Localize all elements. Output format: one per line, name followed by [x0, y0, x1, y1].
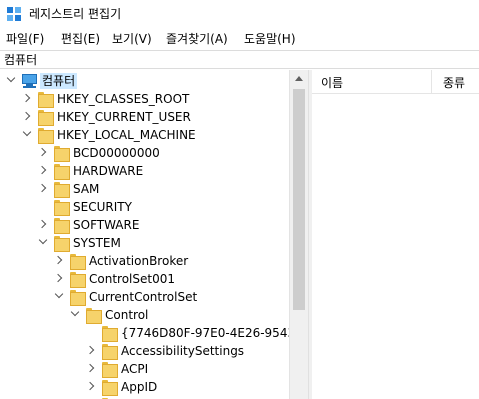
tree-label: HKEY_CURRENT_USER [57, 110, 191, 124]
folder-open-icon [86, 308, 102, 324]
menu-view[interactable]: 보기(V) [111, 31, 153, 47]
tree-item-hkey-current-user[interactable]: HKEY_CURRENT_USER [0, 108, 288, 126]
chevron-right-icon[interactable] [21, 93, 31, 103]
chevron-right-icon[interactable] [85, 345, 95, 355]
tree-pane[interactable]: 컴퓨터 HKEY_CLASSES_ROOT HKEY_CURRENT_USER … [0, 70, 308, 399]
tree-item-hkey-classes-root[interactable]: HKEY_CLASSES_ROOT [0, 90, 288, 108]
tree-label: SYSTEM [73, 236, 121, 250]
tree-label: HARDWARE [73, 164, 144, 178]
address-bar[interactable]: 컴퓨터 [0, 50, 479, 69]
title-bar: 레지스트리 편집기 [0, 0, 479, 28]
chevron-right-icon[interactable] [85, 363, 95, 373]
address-path[interactable]: 컴퓨터 [4, 52, 37, 68]
tree-label: SAM [73, 182, 100, 196]
folder-icon [102, 326, 118, 342]
folder-icon [102, 344, 118, 360]
folder-icon [54, 200, 70, 216]
tree-vertical-scrollbar[interactable] [289, 70, 308, 399]
tree-item-bcd00000000[interactable]: BCD00000000 [0, 144, 288, 162]
column-header-type[interactable]: 종류 [443, 75, 465, 91]
tree-label: AppID [121, 380, 158, 394]
tree-item-system[interactable]: SYSTEM [0, 234, 288, 252]
chevron-down-icon[interactable] [54, 289, 64, 299]
folder-icon [38, 92, 54, 108]
folder-icon [102, 380, 118, 396]
tree-label: BCD00000000 [73, 146, 160, 160]
folder-open-icon [54, 236, 70, 252]
tree-label: HKEY_LOCAL_MACHINE [57, 128, 196, 142]
tree-label: ControlSet001 [89, 272, 175, 286]
menu-file[interactable]: 파일(F) [5, 31, 45, 47]
tree-label: Control [105, 308, 149, 322]
tree-label: ACPI [121, 362, 149, 376]
folder-open-icon [38, 128, 54, 144]
chevron-right-icon[interactable] [53, 255, 63, 265]
tree-item-security[interactable]: SECURITY [0, 198, 288, 216]
chevron-right-icon[interactable] [85, 381, 95, 391]
tree-label: 컴퓨터 [40, 73, 78, 89]
tree-label: HKEY_CLASSES_ROOT [57, 92, 190, 106]
folder-icon [54, 164, 70, 180]
tree-item-hardware[interactable]: HARDWARE [0, 162, 288, 180]
tree-label: SECURITY [73, 200, 132, 214]
values-list-pane[interactable]: 이름 종류 [312, 70, 479, 399]
chevron-right-icon[interactable] [53, 273, 63, 283]
tree-item-control[interactable]: Control [0, 306, 288, 324]
scroll-up-arrow-icon[interactable] [290, 70, 308, 87]
tree-item-computer[interactable]: 컴퓨터 [0, 72, 288, 90]
window-title: 레지스트리 편집기 [29, 7, 122, 21]
menu-edit[interactable]: 편집(E) [60, 31, 101, 47]
menu-help[interactable]: 도움말(H) [243, 31, 297, 47]
folder-open-icon [70, 290, 86, 306]
tree-item-currentcontrolset[interactable]: CurrentControlSet [0, 288, 288, 306]
chevron-down-icon[interactable] [70, 307, 80, 317]
tree-label: ActivationBroker [89, 254, 189, 268]
menu-favorites[interactable]: 즐겨찾기(A) [165, 31, 229, 47]
chevron-right-icon[interactable] [37, 219, 47, 229]
chevron-down-icon[interactable] [6, 73, 16, 83]
chevron-right-icon[interactable] [21, 111, 31, 121]
folder-icon [38, 110, 54, 126]
chevron-right-icon[interactable] [37, 183, 47, 193]
tree-item-sam[interactable]: SAM [0, 180, 288, 198]
list-header: 이름 종류 [312, 70, 479, 94]
computer-icon [21, 74, 38, 88]
chevron-right-icon[interactable] [37, 165, 47, 175]
tree-item-controlset001[interactable]: ControlSet001 [0, 270, 288, 288]
registry-editor-icon [7, 7, 21, 21]
tree-item-appid[interactable]: AppID [0, 378, 288, 396]
scroll-thumb[interactable] [293, 89, 305, 310]
tree-label: SOFTWARE [73, 218, 140, 232]
folder-icon [54, 182, 70, 198]
folder-icon [70, 272, 86, 288]
chevron-right-icon[interactable] [37, 147, 47, 157]
chevron-down-icon[interactable] [38, 235, 48, 245]
tree-item-activationbroker[interactable]: ActivationBroker [0, 252, 288, 270]
folder-icon [102, 362, 118, 378]
tree-item-hkey-local-machine[interactable]: HKEY_LOCAL_MACHINE [0, 126, 288, 144]
menu-bar: 파일(F) 편집(E) 보기(V) 즐겨찾기(A) 도움말(H) [0, 29, 479, 49]
column-header-name[interactable]: 이름 [321, 75, 343, 91]
tree-item-acpi[interactable]: ACPI [0, 360, 288, 378]
tree-label: AccessibilitySettings [121, 344, 245, 358]
folder-icon [54, 146, 70, 162]
column-divider[interactable] [431, 70, 432, 94]
tree-item-software[interactable]: SOFTWARE [0, 216, 288, 234]
tree-label: {7746D80F-97E0-4E26-9543-2 [121, 326, 308, 340]
chevron-down-icon[interactable] [22, 127, 32, 137]
tree-item-accessibilitysettings[interactable]: AccessibilitySettings [0, 342, 288, 360]
tree-item-guid-key[interactable]: {7746D80F-97E0-4E26-9543-2 [0, 324, 307, 342]
folder-icon [54, 218, 70, 234]
tree-label: CurrentControlSet [89, 290, 198, 304]
folder-icon [70, 254, 86, 270]
